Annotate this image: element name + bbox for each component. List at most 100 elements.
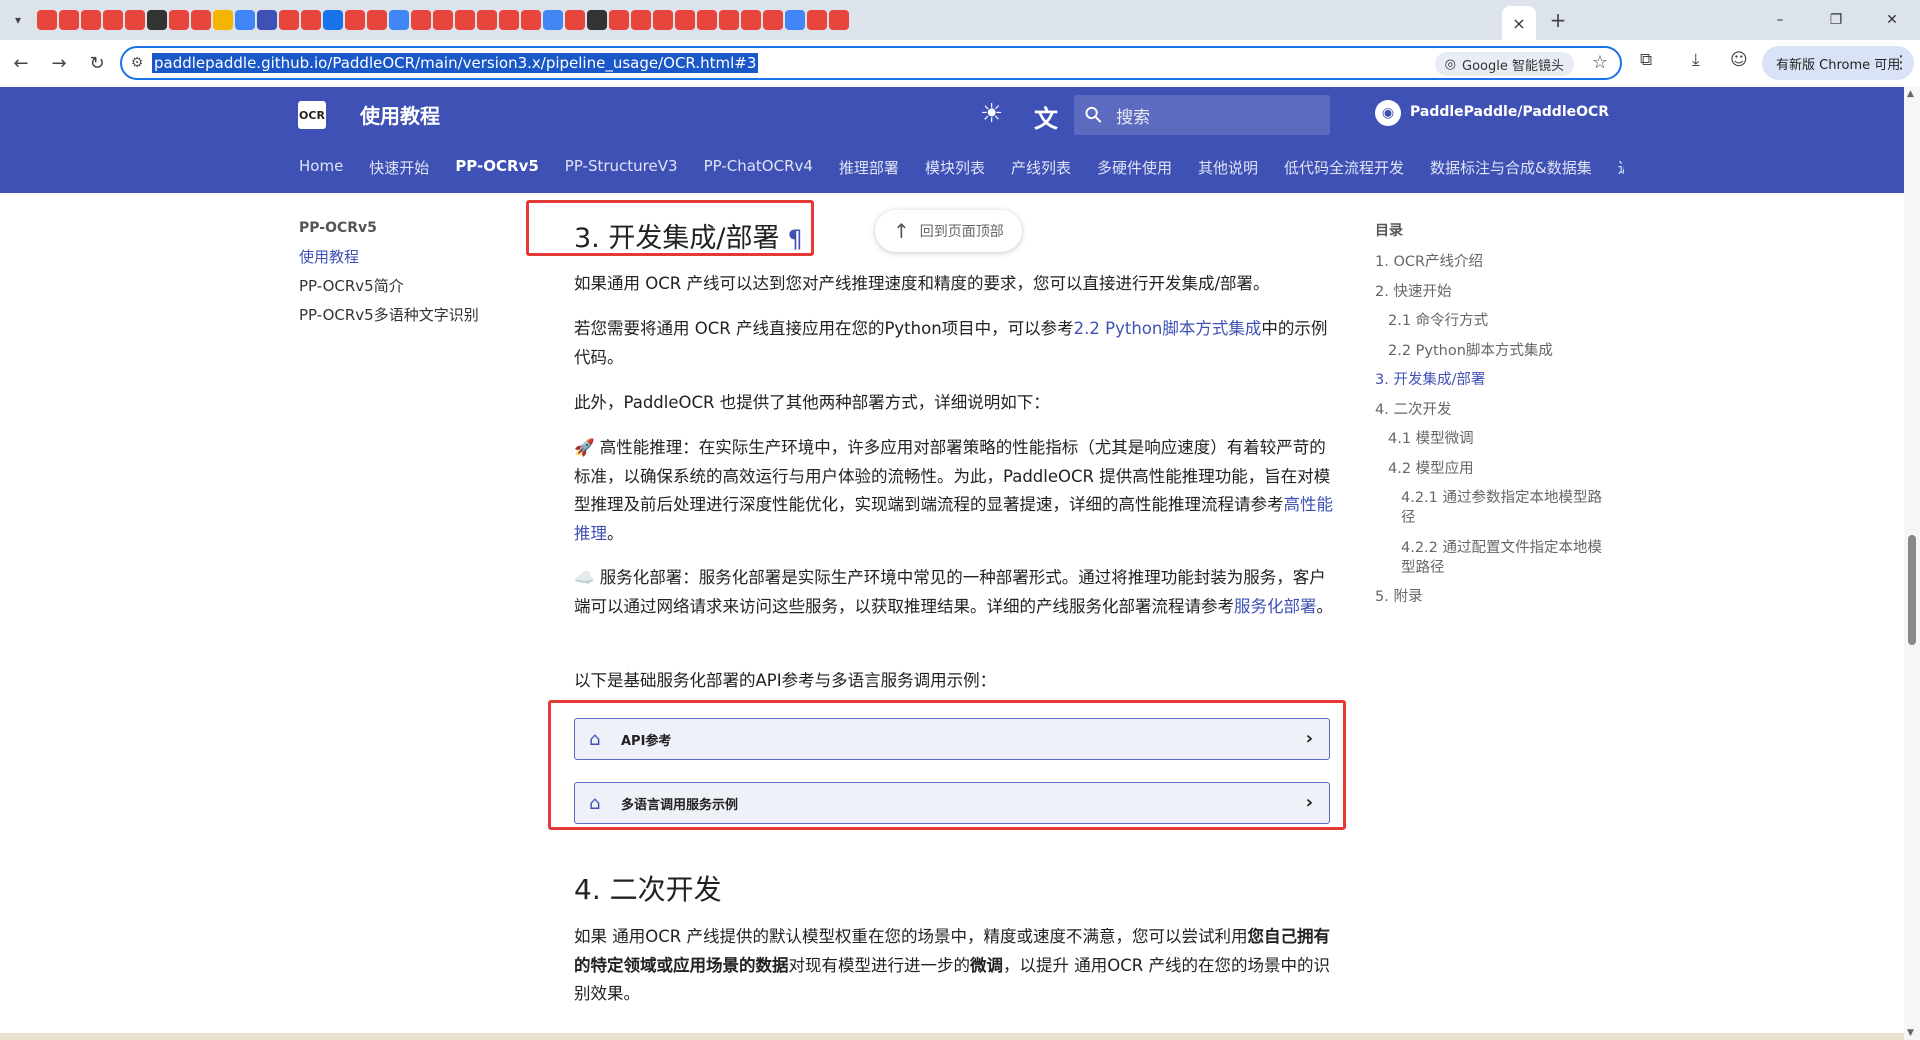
search-input[interactable]: ⚲ 搜索 (1074, 95, 1330, 135)
browser-tab-favicon[interactable] (301, 10, 321, 30)
close-window-button[interactable]: ✕ (1864, 0, 1920, 40)
reload-button[interactable]: ↻ (80, 47, 114, 81)
browser-tab-favicon[interactable] (213, 10, 233, 30)
browser-tab-favicon[interactable] (191, 10, 211, 30)
site-tab[interactable]: 快速开始 (369, 157, 429, 178)
site-tab[interactable]: 产线列表 (1011, 157, 1071, 178)
site-tab[interactable]: PP-StructureV3 (565, 157, 678, 178)
browser-tab-favicon[interactable] (59, 10, 79, 30)
admonition-multilang-examples[interactable]: ⌂ 多语言调用服务示例 › (574, 782, 1330, 824)
restore-button[interactable]: ❐ (1808, 0, 1864, 40)
browser-tab-favicon[interactable] (257, 10, 277, 30)
sidebar-item-intro[interactable]: PP-OCRv5简介 (299, 277, 509, 295)
browser-tab-favicon[interactable] (521, 10, 541, 30)
site-tab[interactable]: 数据标注与合成&数据集 (1430, 157, 1592, 178)
browser-tab-favicon[interactable] (169, 10, 189, 30)
tab-search-button[interactable]: ▾ (0, 0, 36, 40)
extensions-icon[interactable]: ⧉ (1640, 50, 1652, 70)
github-icon[interactable]: ◉ (1375, 100, 1401, 126)
browser-tab-favicon[interactable] (433, 10, 453, 30)
bookmark-star-icon[interactable]: ☆ (1592, 52, 1608, 73)
url-text[interactable]: paddlepaddle.github.io/PaddleOCR/main/ve… (152, 53, 759, 73)
active-tab[interactable]: × (1502, 6, 1536, 40)
browser-tab-favicon[interactable] (565, 10, 585, 30)
browser-tab-favicon[interactable] (587, 10, 607, 30)
site-tab[interactable]: 其他说明 (1198, 157, 1258, 178)
python-integration-link[interactable]: 2.2 Python脚本方式集成 (1074, 319, 1262, 338)
toc-item[interactable]: 4.2.2 通过配置文件指定本地模型路径 (1375, 538, 1605, 578)
minimize-button[interactable]: – (1752, 0, 1808, 40)
sidebar-item-multilingual[interactable]: PP-OCRv5多语种文字识别 (299, 306, 509, 324)
toc-item[interactable]: 4.1 模型微调 (1375, 429, 1605, 449)
browser-tab-favicon[interactable] (785, 10, 805, 30)
browser-tab-favicon[interactable] (807, 10, 827, 30)
browser-tab-favicon[interactable] (235, 10, 255, 30)
toc-item[interactable]: 4.2 模型应用 (1375, 459, 1605, 479)
toc-item[interactable]: 2.2 Python脚本方式集成 (1375, 341, 1605, 361)
toc-item[interactable]: 2.1 命令行方式 (1375, 311, 1605, 331)
bold-text: 微调 (970, 955, 1003, 975)
browser-tab-favicon[interactable] (741, 10, 761, 30)
browser-tab-favicon[interactable] (763, 10, 783, 30)
language-icon[interactable]: 文 (1034, 99, 1058, 134)
toc-item-active[interactable]: 3. 开发集成/部署 (1375, 370, 1605, 390)
scroll-thumb[interactable] (1908, 535, 1916, 645)
browser-tab-favicon[interactable] (653, 10, 673, 30)
site-tab[interactable]: 多硬件使用 (1097, 157, 1172, 178)
browser-tab-favicon[interactable] (37, 10, 57, 30)
theme-toggle-icon[interactable]: ☀ (980, 99, 1003, 129)
toc-item[interactable]: 4.2.1 通过参数指定本地模型路径 (1375, 488, 1605, 528)
site-tab[interactable]: 近 (1618, 157, 1624, 178)
site-logo[interactable]: OCR (298, 101, 326, 129)
browser-tab-favicon[interactable] (499, 10, 519, 30)
browser-tab-favicon[interactable] (81, 10, 101, 30)
scroll-down-icon[interactable]: ▼ (1907, 1028, 1914, 1038)
browser-tab-favicon[interactable] (345, 10, 365, 30)
browser-tab-favicon[interactable] (719, 10, 739, 30)
browser-tab-favicon[interactable] (675, 10, 695, 30)
browser-tab-favicon[interactable] (411, 10, 431, 30)
site-tab[interactable]: 推理部署 (839, 157, 899, 178)
download-icon[interactable]: ⤓ (1692, 50, 1700, 70)
github-repo-link[interactable]: PaddlePaddle/PaddleOCR (1410, 104, 1609, 120)
browser-tab-favicon[interactable] (323, 10, 343, 30)
browser-tab-favicon[interactable] (477, 10, 497, 30)
browser-tab-favicon[interactable] (631, 10, 651, 30)
profile-icon[interactable]: ☺ (1730, 50, 1748, 70)
new-tab-button[interactable]: + (1544, 6, 1572, 34)
permalink-icon[interactable]: ¶ (787, 225, 802, 253)
browser-tab-favicon[interactable] (829, 10, 849, 30)
site-tab[interactable]: PP-ChatOCRv4 (704, 157, 813, 178)
site-tab[interactable]: Home (299, 157, 343, 178)
site-info-icon[interactable]: ⚙ (122, 55, 152, 71)
scroll-up-icon[interactable]: ▲ (1907, 89, 1914, 99)
close-icon[interactable]: × (1512, 14, 1525, 33)
address-bar[interactable]: ⚙ paddlepaddle.github.io/PaddleOCR/main/… (120, 46, 1622, 80)
browser-tab-favicon[interactable] (543, 10, 563, 30)
browser-tab-favicon[interactable] (697, 10, 717, 30)
toc-item[interactable]: 1. OCR产线介绍 (1375, 252, 1605, 272)
page-scrollbar[interactable]: ▲ ▼ (1904, 87, 1920, 1040)
site-tab[interactable]: 低代码全流程开发 (1284, 157, 1404, 178)
back-button[interactable]: ← (4, 47, 38, 81)
toc-item[interactable]: 5. 附录 (1375, 587, 1605, 607)
back-to-top-button[interactable]: ↑ 回到页面顶部 (875, 210, 1022, 252)
browser-tab-favicon[interactable] (609, 10, 629, 30)
toc-item[interactable]: 4. 二次开发 (1375, 400, 1605, 420)
browser-tab-favicon[interactable] (367, 10, 387, 30)
browser-tab-favicon[interactable] (103, 10, 123, 30)
menu-kebab-icon[interactable]: ⋮ (1892, 52, 1910, 73)
browser-tab-favicon[interactable] (279, 10, 299, 30)
admonition-api-reference[interactable]: ⌂ API参考 › (574, 718, 1330, 760)
site-tab[interactable]: PP-OCRv5 (455, 157, 538, 178)
serving-deployment-link[interactable]: 服务化部署 (1234, 597, 1317, 616)
forward-button[interactable]: → (42, 47, 76, 81)
browser-tab-favicon[interactable] (389, 10, 409, 30)
browser-tab-favicon[interactable] (125, 10, 145, 30)
sidebar-item-tutorial[interactable]: 使用教程 (299, 248, 509, 266)
site-tab[interactable]: 模块列表 (925, 157, 985, 178)
toc-item[interactable]: 2. 快速开始 (1375, 282, 1605, 302)
browser-tab-favicon[interactable] (147, 10, 167, 30)
browser-tab-favicon[interactable] (455, 10, 475, 30)
google-lens-button[interactable]: ◎ Google 智能镜头 (1434, 52, 1574, 76)
